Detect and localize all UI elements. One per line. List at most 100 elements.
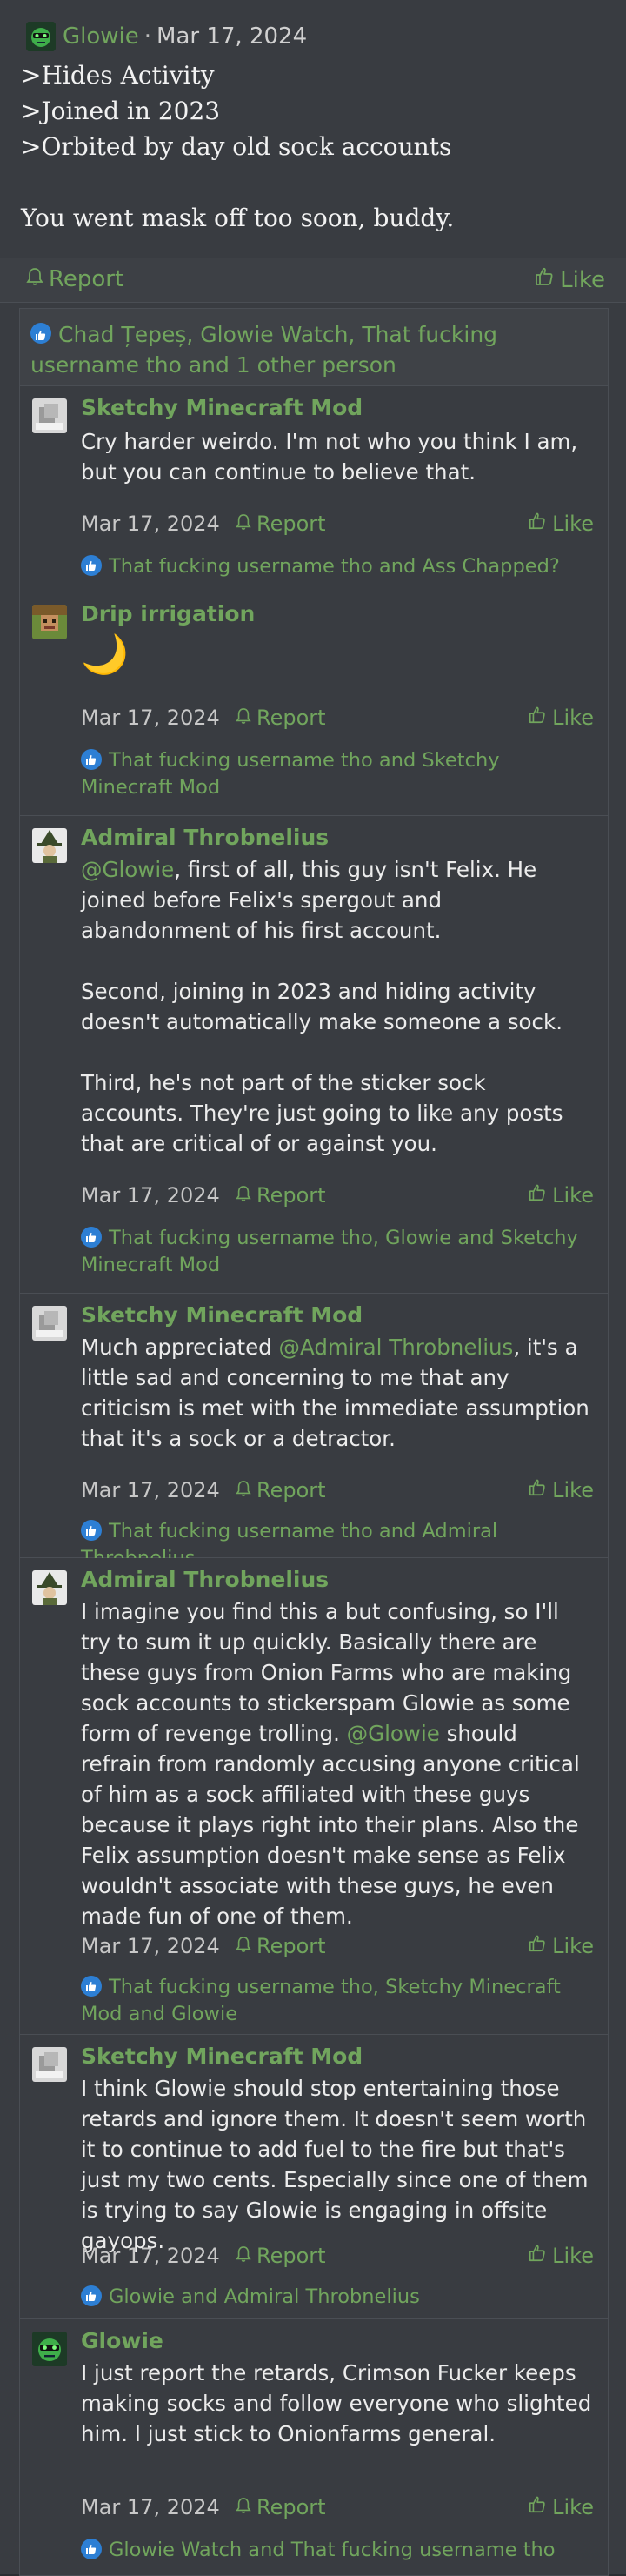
reply-text: @Glowie, first of all, this guy isn't Fe… <box>81 854 594 1159</box>
reply-paragraph: @Glowie, first of all, this guy isn't Fe… <box>81 854 594 946</box>
like-button[interactable]: Like <box>534 266 605 293</box>
report-label: Report <box>256 2495 326 2519</box>
report-label: Report <box>256 2244 326 2268</box>
like-label: Like <box>560 266 605 293</box>
reply-author[interactable]: Admiral Throbnelius <box>81 1567 329 1592</box>
like-label: Like <box>552 2244 594 2268</box>
like-button[interactable]: Like <box>528 706 594 730</box>
report-label: Report <box>256 512 326 536</box>
reply-paragraph-text: should refrain from randomly accusing an… <box>81 1721 580 1929</box>
reply: Admiral Throbnelius @Glowie, first of al… <box>20 816 608 1294</box>
like-label: Like <box>552 1183 594 1208</box>
mention-link[interactable]: @Glowie <box>81 857 174 882</box>
reply-date[interactable]: Mar 17, 2024 <box>81 2495 220 2519</box>
reply-date[interactable]: Mar 17, 2024 <box>81 2244 220 2268</box>
page: Glowie · Mar 17, 2024 >Hides Activity >J… <box>0 0 626 2576</box>
placeholder-avatar-icon[interactable] <box>32 398 67 433</box>
witch-avatar-icon[interactable] <box>32 1570 67 1605</box>
reply-text: I think Glowie should stop entertaining … <box>81 2073 594 2256</box>
report-label: Report <box>256 706 326 730</box>
bell-icon <box>236 2244 251 2268</box>
reply-author[interactable]: Drip irrigation <box>81 601 255 626</box>
reply-date[interactable]: Mar 17, 2024 <box>81 706 220 730</box>
reply-reactions[interactable]: Glowie Watch and That fucking username t… <box>81 2537 594 2564</box>
post-line: >Hides Activity <box>21 61 215 90</box>
reply-reactions-names: Glowie and Admiral Throbnelius <box>109 2285 420 2308</box>
reply-text: Cry harder weirdo. I'm not who you think… <box>81 426 594 487</box>
like-button[interactable]: Like <box>528 1934 594 1958</box>
mention-link[interactable]: @Admiral Throbnelius <box>279 1335 514 1360</box>
report-label: Report <box>256 1478 326 1502</box>
post-line <box>21 164 595 200</box>
report-button[interactable]: Report <box>236 2244 326 2268</box>
reply-paragraph: Second, joining in 2023 and hiding activ… <box>81 979 563 1034</box>
like-button[interactable]: Like <box>528 1183 594 1208</box>
like-badge-icon <box>81 2539 102 2559</box>
reply-reactions[interactable]: That fucking username tho and Ass Chappe… <box>81 553 594 580</box>
reaction-summary-text: Chad Țepeș, Glowie Watch, That fucking u… <box>30 319 596 380</box>
reply-author[interactable]: Admiral Throbnelius <box>81 825 329 850</box>
post-line: >Orbited by day old sock accounts <box>21 132 452 161</box>
post-date[interactable]: Mar 17, 2024 <box>156 23 307 50</box>
like-button[interactable]: Like <box>528 2495 594 2519</box>
reply-prefix-text: Much appreciated <box>81 1335 279 1360</box>
reply-reactions-names: That fucking username tho and Sketchy Mi… <box>81 749 500 799</box>
reply: Sketchy Minecraft Mod Much appreciated @… <box>20 1294 608 1569</box>
report-label: Report <box>256 1183 326 1208</box>
report-button[interactable]: Report <box>26 266 123 292</box>
placeholder-avatar-icon[interactable] <box>32 2047 67 2082</box>
reply-author[interactable]: Sketchy Minecraft Mod <box>81 395 363 420</box>
pixel-avatar-icon[interactable] <box>32 605 67 639</box>
report-button[interactable]: Report <box>236 512 326 536</box>
reply-date[interactable]: Mar 17, 2024 <box>81 1478 220 1502</box>
glowie-avatar-icon[interactable] <box>26 22 56 51</box>
bell-icon <box>236 2495 251 2519</box>
thumbs-up-icon <box>528 512 547 536</box>
reply-author[interactable]: Sketchy Minecraft Mod <box>81 2044 363 2069</box>
reply-date[interactable]: Mar 17, 2024 <box>81 1183 220 1208</box>
report-button[interactable]: Report <box>236 706 326 730</box>
like-label: Like <box>552 706 594 730</box>
mention-link[interactable]: @Glowie <box>347 1721 440 1746</box>
reply-paragraph: I imagine you find this a but confusing,… <box>81 1596 594 1931</box>
thumbs-up-icon <box>528 2495 547 2519</box>
like-button[interactable]: Like <box>528 2244 594 2268</box>
thumbs-up-icon <box>528 1934 547 1958</box>
reply-paragraph: Third, he's not part of the sticker sock… <box>81 1070 563 1156</box>
witch-avatar-icon[interactable] <box>32 828 67 863</box>
report-button[interactable]: Report <box>236 1478 326 1502</box>
reply-author[interactable]: Sketchy Minecraft Mod <box>81 1302 363 1328</box>
bell-icon <box>236 1183 251 1208</box>
bell-icon <box>236 706 251 730</box>
reply-reactions-names: That fucking username tho, Sketchy Minec… <box>81 1976 561 2025</box>
reply-reactions[interactable]: That fucking username tho and Sketchy Mi… <box>81 747 594 801</box>
like-badge-icon <box>81 1976 102 1997</box>
like-badge-icon <box>81 555 102 576</box>
post-author-link[interactable]: Glowie <box>63 23 139 50</box>
bell-icon <box>26 266 43 292</box>
reply-meta: Mar 17, 2024 Report Like <box>81 2244 594 2273</box>
reply-date[interactable]: Mar 17, 2024 <box>81 512 220 536</box>
bell-icon <box>236 1934 251 1958</box>
report-button[interactable]: Report <box>236 1934 326 1958</box>
placeholder-avatar-icon[interactable] <box>32 1306 67 1341</box>
thumbs-up-icon <box>528 706 547 730</box>
reaction-summary[interactable]: Chad Țepeș, Glowie Watch, That fucking u… <box>20 309 608 386</box>
reply-thread: Chad Țepeș, Glowie Watch, That fucking u… <box>19 308 609 2576</box>
report-button[interactable]: Report <box>236 1183 326 1208</box>
reaction-summary-names: Chad Țepeș, Glowie Watch, That fucking u… <box>30 322 498 378</box>
reply-author[interactable]: Glowie <box>81 2328 163 2353</box>
reply-meta: Mar 17, 2024 Report Like <box>81 1183 594 1213</box>
glowie-avatar-icon[interactable] <box>32 2332 67 2366</box>
like-button[interactable]: Like <box>528 512 594 536</box>
report-button[interactable]: Report <box>236 2495 326 2519</box>
like-button[interactable]: Like <box>528 1478 594 1502</box>
thumbs-up-icon <box>528 1478 547 1502</box>
post-line: >Joined in 2023 <box>21 97 221 125</box>
reply-date[interactable]: Mar 17, 2024 <box>81 1934 220 1958</box>
reply-reactions[interactable]: That fucking username tho, Sketchy Minec… <box>81 1974 594 2028</box>
reply-reactions[interactable]: That fucking username tho, Glowie and Sk… <box>81 1225 594 1279</box>
report-label: Report <box>49 266 124 292</box>
reply-reactions[interactable]: Glowie and Admiral Throbnelius <box>81 2284 594 2311</box>
